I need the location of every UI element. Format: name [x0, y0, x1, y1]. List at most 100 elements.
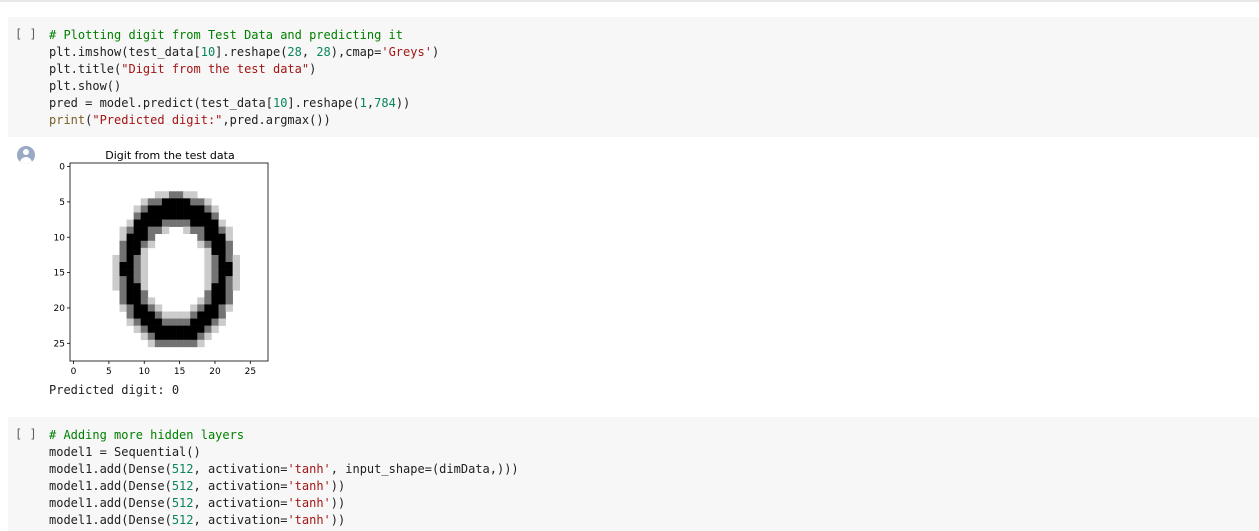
code-token: 'tanh': [287, 496, 331, 511]
digit-pixel: [140, 219, 149, 227]
digit-pixel: [161, 198, 170, 206]
digit-pixel: [211, 233, 219, 242]
digit-pixel: [112, 283, 120, 291]
digit-pixel: [218, 311, 226, 319]
code-token: 1: [359, 96, 367, 111]
code-token: plt.imshow(test_data[: [49, 45, 201, 60]
digit-pixel: [218, 318, 226, 326]
digit-pixel: [126, 276, 134, 284]
digit-pixel: [161, 311, 170, 319]
digit-pixel: [197, 233, 205, 242]
code-editor[interactable]: # Plotting digit from Test Data and pred…: [49, 27, 439, 130]
y-tick-label: 20: [54, 304, 66, 314]
code-cell-plot-digit[interactable]: [ ] # Plotting digit from Test Data and …: [8, 17, 1259, 137]
code-token: 512: [171, 479, 194, 494]
digit-pixel: [133, 212, 142, 220]
digit-pixel: [140, 269, 149, 277]
digit-pixel: [161, 318, 170, 326]
run-cell-button[interactable]: [ ]: [15, 27, 37, 41]
digit-pixel: [126, 283, 134, 291]
digit-pixel: [190, 339, 198, 348]
digit-pixel: [190, 212, 198, 220]
code-token: , activation=: [193, 462, 288, 477]
digit-pixel: [232, 276, 241, 284]
y-tick-label: 15: [54, 269, 65, 279]
code-token: ,: [301, 45, 317, 60]
digit-pixel: [133, 276, 142, 284]
digit-pixel: [147, 212, 156, 220]
digit-pixel: [197, 219, 205, 227]
digit-pixel: [218, 247, 226, 256]
code-cell-hidden-layers[interactable]: [ ] # Adding more hidden layers model1 = …: [8, 417, 1259, 531]
digit-pixel: [190, 304, 198, 312]
code-editor[interactable]: # Adding more hidden layers model1 = Sequ…: [49, 427, 519, 530]
code-line: plt.imshow(test_data[10].reshape(28, 28)…: [49, 44, 439, 61]
x-tick-label: 15: [174, 367, 185, 377]
digit-pixel: [211, 247, 219, 256]
digit-pixel: [190, 311, 198, 319]
digit-pixel: [183, 212, 191, 220]
digit-pixel: [119, 233, 127, 242]
y-axis-ticks: 0 5 10 15 20 25: [54, 163, 70, 349]
digit-pixel: [204, 226, 212, 235]
code-token: plt.title(: [49, 62, 122, 77]
digit-pixel: [211, 311, 219, 319]
digit-pixel: [126, 290, 134, 298]
y-tick-label: 25: [54, 339, 65, 349]
code-token: "Predicted digit:": [92, 113, 223, 128]
code-token: ].reshape(: [215, 45, 288, 60]
y-tick-label: 5: [59, 198, 65, 208]
digit-pixel: [140, 233, 149, 242]
digit-pixel: [133, 283, 142, 291]
digit-pixel: [133, 226, 142, 235]
digit-pixel: [133, 233, 142, 242]
digit-pixel: [133, 240, 142, 249]
digit-pixel: [161, 339, 170, 348]
digit-pixel: [169, 205, 177, 213]
digit-pixel: [197, 198, 205, 206]
digit-pixel: [190, 318, 198, 326]
digit-pixel: [218, 233, 226, 242]
digit-pixel: [197, 339, 205, 348]
run-cell-button[interactable]: [ ]: [15, 427, 37, 441]
digit-pixel: [169, 219, 177, 227]
code-token: model1.add(Dense(: [49, 479, 172, 494]
digit-pixel: [183, 226, 191, 235]
code-line: model1 = Sequential(): [49, 444, 519, 461]
digit-pixel: [133, 205, 142, 213]
digit-pixels: [112, 191, 241, 348]
digit-pixel: [119, 283, 127, 291]
digit-pixel: [218, 290, 226, 298]
digit-pixel: [154, 339, 163, 348]
digit-pixel: [133, 269, 142, 277]
digit-pixel: [197, 205, 205, 213]
digit-pixel: [204, 318, 212, 326]
digit-pixel: [190, 332, 198, 341]
digit-pixel: [183, 311, 191, 319]
digit-pixel: [140, 297, 149, 305]
digit-pixel: [140, 254, 149, 263]
digit-pixel: [204, 205, 212, 213]
code-token: ),cmap=: [330, 45, 382, 60]
digit-pixel: [176, 332, 184, 341]
code-token: 'tanh': [287, 462, 331, 477]
code-token: pred = model.predict(test_data[: [49, 96, 273, 111]
code-token: 10: [272, 96, 288, 111]
digit-pixel: [211, 262, 219, 270]
digit-pixel: [126, 226, 134, 235]
digit-pixel: [204, 269, 212, 277]
digit-pixel: [161, 325, 170, 334]
cell-divider: [0, 0, 1259, 2]
digit-pixel: [225, 269, 233, 277]
digit-pixel: [197, 297, 205, 305]
digit-pixel: [147, 304, 156, 312]
digit-pixel: [225, 262, 233, 270]
output-avatar-icon: [17, 146, 35, 164]
digit-pixel: [218, 254, 226, 263]
digit-pixel: [190, 205, 198, 213]
digit-pixel: [232, 262, 241, 270]
digit-pixel: [176, 325, 184, 334]
digit-pixel: [140, 283, 149, 291]
digit-pixel: [197, 226, 205, 235]
digit-pixel: [225, 254, 233, 263]
